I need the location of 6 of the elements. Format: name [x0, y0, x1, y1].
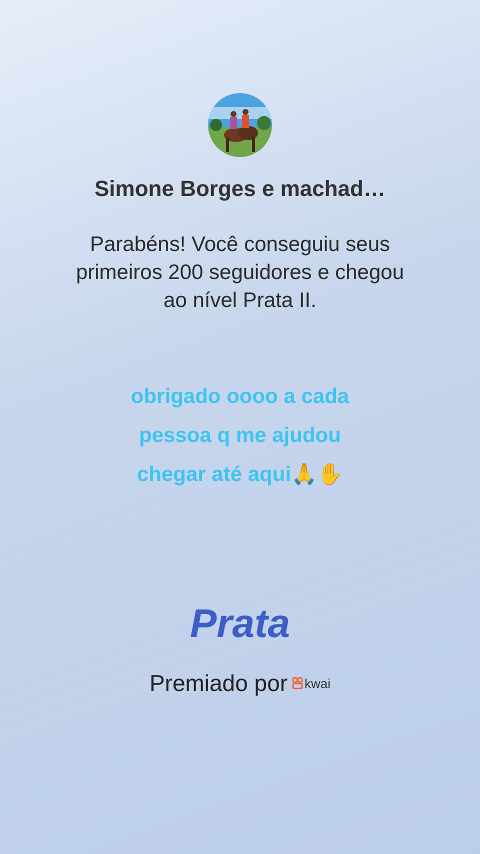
- congratulations-message: Parabéns! Você conseguiu seus primeiros 200 seguidores e chegou ao nível Prata II.: [74, 232, 406, 314]
- profile-name: Simone Borges e machad…: [94, 175, 386, 203]
- awarded-by-label: Premiado por: [149, 669, 288, 698]
- user-caption: obrigado oooo a cada pessoa q me ajudou chegar até aqui🙏✋: [130, 384, 350, 488]
- brand-logo: kwai: [292, 674, 331, 693]
- level-title: Prata: [190, 601, 290, 648]
